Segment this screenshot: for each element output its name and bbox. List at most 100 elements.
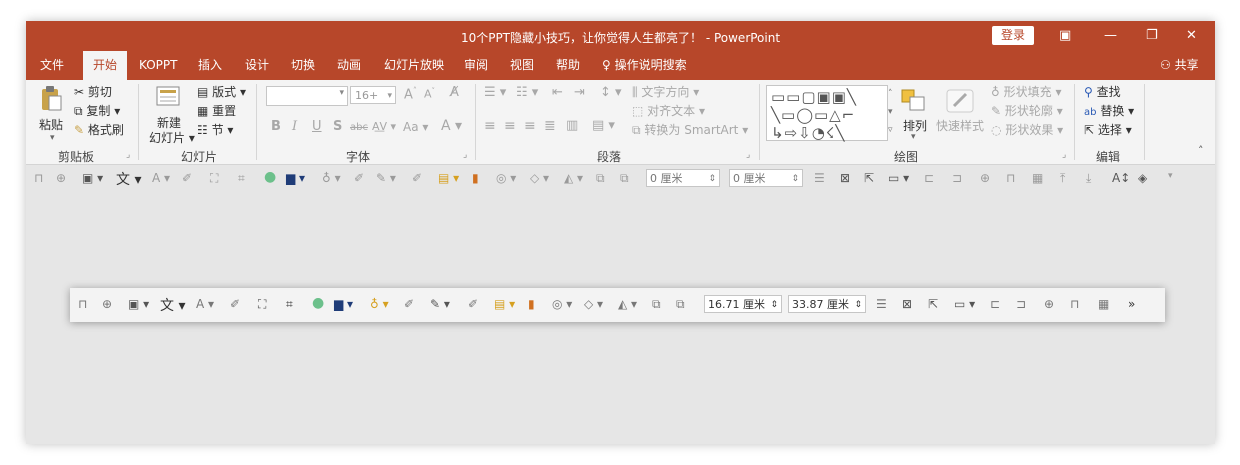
minimize-icon[interactable]: — [1104, 28, 1117, 43]
fill-picker-icon[interactable]: ◭ ▾ [618, 297, 637, 311]
layout-button[interactable]: ▤ 版式 ▾ [197, 83, 246, 100]
text-shadow-button[interactable]: S [333, 119, 342, 134]
shrink-font-icon[interactable]: A˅ [424, 87, 435, 101]
paint-bucket-icon[interactable]: ♁ ▾ [322, 171, 341, 185]
selection-pane-icon[interactable]: ⇱ [864, 171, 874, 185]
tab-file[interactable]: 文件 [40, 51, 64, 80]
format-painter-button[interactable]: ✎ 格式刷 [74, 121, 124, 138]
send-backward-icon[interactable]: ⧉ [676, 297, 685, 312]
arrange-chevron-icon[interactable]: ▾ [911, 132, 916, 142]
font-size-input[interactable]: 16+ ▾ [350, 86, 396, 104]
delete-box-icon[interactable]: ⊠ [902, 297, 912, 311]
align-text-button[interactable]: ⬚ 对齐文本 ▾ [632, 102, 705, 119]
chart-icon[interactable]: ▮ [528, 297, 535, 311]
replace-button[interactable]: ab 替换 ▾ [1084, 102, 1134, 119]
eyedropper-icon[interactable]: ✐ [230, 297, 240, 311]
tell-me-search[interactable]: ♀ 操作说明搜索 [602, 51, 687, 80]
cut-button[interactable]: ✂ 剪切 [74, 83, 112, 100]
share-button[interactable]: ⚇ 共享 [1160, 51, 1199, 80]
font-name-input[interactable]: ▾ [266, 86, 348, 106]
align-middle-icon[interactable]: ⊕ [102, 297, 112, 311]
column-count-icon[interactable]: ▤ ▾ [592, 118, 615, 133]
rotate-icon[interactable]: ⤒ [1060, 171, 1065, 186]
tab-insert[interactable]: 插入 [198, 51, 222, 80]
copy-button[interactable]: ⧉ 复制 ▾ [74, 102, 120, 119]
width-input[interactable]: 0 厘米 ⇕ [729, 169, 803, 187]
crop-icon[interactable]: ⌗ [238, 171, 245, 186]
height-input[interactable]: 0 厘米 ⇕ [646, 169, 720, 187]
tab-view[interactable]: 视图 [510, 51, 534, 80]
effects-icon[interactable]: ◈ [1138, 171, 1147, 185]
align-icon[interactable]: ☰ [814, 171, 825, 185]
center-h-icon[interactable]: ⊕ [1044, 297, 1054, 311]
eyedropper-icon[interactable]: ✐ [404, 297, 414, 311]
picture-icon[interactable]: ⛶ [258, 297, 266, 312]
char-spacing-button[interactable]: A͟V ▾ [372, 120, 396, 133]
change-case-button[interactable]: Aa ▾ [403, 120, 428, 134]
selection-pane-icon[interactable]: ⇱ [928, 297, 938, 311]
justify-icon[interactable]: ≣ [544, 118, 556, 134]
circle-shape-icon[interactable]: ● [264, 169, 276, 185]
decrease-indent-icon[interactable]: ⇤ [552, 85, 563, 100]
clipboard-launcher-icon[interactable]: ⌟ [126, 150, 130, 160]
shapes-gallery[interactable]: ▭▭▢▣▣╲ ╲▭◯▭△⌐ ↳⇨⇩◔☇╲ [766, 85, 888, 142]
bring-forward-icon[interactable]: ⧉ [596, 171, 605, 186]
tab-animations[interactable]: 动画 [337, 51, 361, 80]
quick-styles-icon[interactable] [944, 88, 976, 114]
find-button[interactable]: ⚲ 查找 [1084, 83, 1121, 100]
grow-font-icon[interactable]: A˄ [404, 86, 417, 102]
close-icon[interactable]: ✕ [1186, 28, 1197, 43]
font-color-icon[interactable]: A ▾ [152, 171, 170, 185]
paste-icon[interactable] [40, 86, 62, 112]
numbering-icon[interactable]: ☷ ▾ [516, 85, 538, 100]
new-slide-button[interactable]: 幻灯片 ▾ [149, 129, 195, 146]
line-spacing-icon[interactable]: ↕ ▾ [600, 85, 622, 100]
align-icon[interactable]: ☰ [876, 297, 887, 311]
distribute-icon[interactable]: ⊏ [924, 171, 934, 185]
tab-slideshow[interactable]: 幻灯片放映 [384, 51, 444, 80]
eyedropper-icon[interactable]: ✐ [468, 297, 478, 311]
distribute-icon[interactable]: ⊏ [990, 297, 1000, 311]
fill-color-icon[interactable]: ▆ ▾ [286, 171, 305, 185]
paint-bucket-icon[interactable]: ♁ ▾ [370, 297, 389, 311]
shape-effects-button[interactable]: ◌ 形状效果 ▾ [991, 121, 1063, 138]
rotate-alt-icon[interactable]: ⤓ [1086, 171, 1091, 186]
shape-outline-icon[interactable]: ◇ ▾ [530, 171, 549, 185]
format-icon[interactable]: ▤ ▾ [494, 297, 515, 311]
restore-icon[interactable]: ❐ [1146, 28, 1158, 43]
shape-fill-button[interactable]: ♁ 形状填充 ▾ [991, 83, 1061, 100]
paste-chevron-icon[interactable]: ▾ [50, 133, 55, 143]
wordart-icon[interactable]: 文 ▾ [160, 295, 185, 315]
collapse-ribbon-icon[interactable]: ˄ [1198, 144, 1204, 157]
paste-button[interactable]: 粘贴 [39, 116, 63, 133]
height-input[interactable]: 16.71 厘米 ⇕ [704, 295, 782, 313]
italic-button[interactable]: I [292, 119, 297, 134]
arrange-icon[interactable] [901, 88, 927, 112]
tab-help[interactable]: 帮助 [556, 51, 580, 80]
shape-effects-icon[interactable]: ◎ ▾ [496, 171, 516, 185]
center-h-icon[interactable]: ⊕ [980, 171, 990, 185]
columns-icon[interactable]: ▥ [566, 118, 578, 133]
underline-button[interactable]: U [312, 119, 322, 134]
layers-icon[interactable]: ▦ [1098, 297, 1109, 311]
text-box-icon[interactable]: ▣ ▾ [128, 297, 149, 311]
smartart-button[interactable]: ⧉ 转换为 SmartArt ▾ [632, 121, 748, 138]
align-left-icon[interactable]: ≡ [484, 118, 496, 134]
text-box-icon[interactable]: ▣ ▾ [82, 171, 103, 185]
login-button[interactable]: 登录 [992, 26, 1034, 45]
quick-styles-button[interactable]: 快速样式 [936, 117, 984, 134]
outline-pen-icon[interactable]: ✎ ▾ [430, 297, 450, 311]
drawing-launcher-icon[interactable]: ⌟ [1062, 150, 1066, 160]
font-launcher-icon[interactable]: ⌟ [463, 150, 467, 160]
new-slide-icon[interactable] [156, 86, 180, 106]
eyedropper-icon[interactable]: ✐ [412, 171, 422, 185]
distribute-vert-icon[interactable]: ⊐ [952, 171, 962, 185]
fill-color-icon[interactable]: ▆ ▾ [334, 297, 353, 311]
group-objects-icon[interactable]: ▭ ▾ [954, 297, 975, 311]
align-top-icon[interactable]: ⊓ [34, 171, 43, 185]
align-middle-icon[interactable]: ⊕ [56, 171, 66, 185]
format-icon[interactable]: ▤ ▾ [438, 171, 459, 185]
clear-format-icon[interactable]: A̸ [450, 85, 459, 100]
circle-shape-icon[interactable]: ● [312, 295, 324, 311]
layers-icon[interactable]: ▦ [1032, 171, 1043, 185]
